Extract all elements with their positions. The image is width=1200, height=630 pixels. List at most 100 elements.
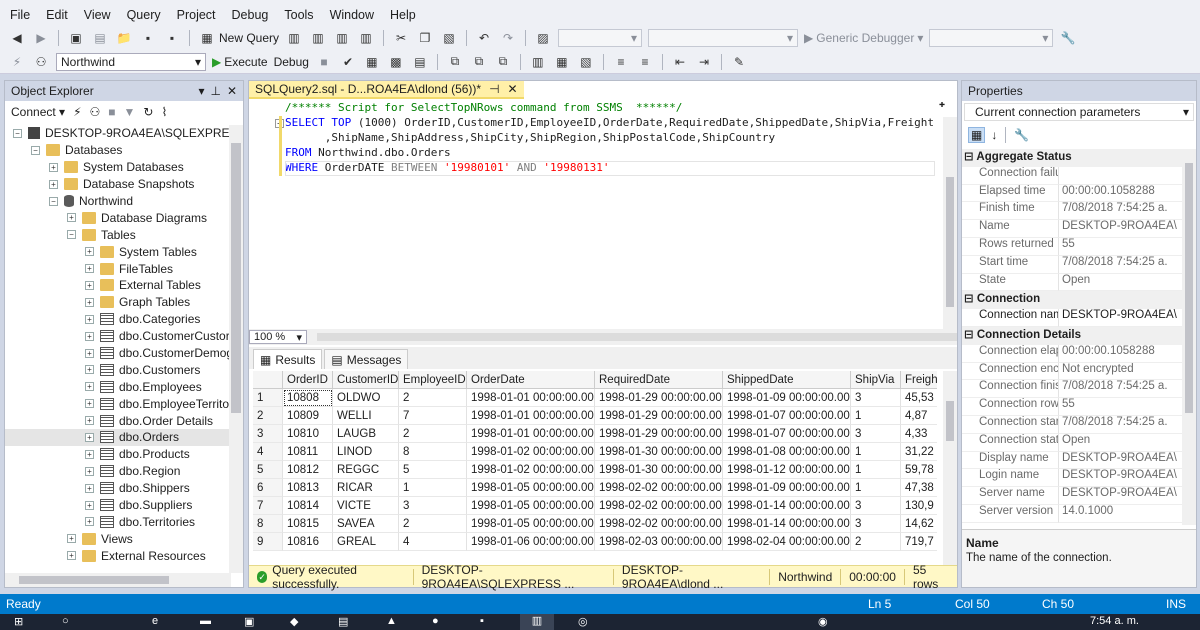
scrollbar-thumb[interactable] [19, 576, 169, 584]
new-query-button[interactable]: ▦ New Query [198, 29, 279, 47]
undo-icon[interactable]: ↶ [475, 29, 493, 47]
categorized-icon[interactable]: ▦ [968, 127, 986, 143]
grid-cell[interactable]: 3 [399, 497, 467, 515]
editor-vertical-scrollbar[interactable] [943, 117, 957, 337]
tree-node[interactable]: + System Databases [5, 159, 231, 176]
table-row[interactable]: 5 10812 REGGC 5 1998-01-02 00:00:00.000 1998-… [253, 461, 937, 479]
column-header[interactable]: Freigh [901, 371, 937, 389]
grid-cell[interactable]: 1998-01-02 00:00:00.000 [467, 443, 595, 461]
solution-config-select[interactable]: ▾ [558, 29, 643, 47]
property-row[interactable]: Connection encrypNot encrypted [962, 362, 1182, 381]
expand-icon[interactable]: + [85, 517, 94, 527]
grid-cell[interactable]: 10809 [283, 407, 333, 425]
tree-vertical-scrollbar[interactable] [229, 125, 243, 573]
app-icon[interactable]: ◎ [578, 615, 588, 628]
column-header[interactable]: OrderID [283, 371, 333, 389]
expand-icon[interactable]: + [85, 331, 94, 341]
pin-icon[interactable]: ⊥ [210, 84, 220, 98]
expand-icon[interactable]: + [85, 416, 94, 426]
grid-cell[interactable]: LAUGB [333, 425, 399, 443]
client-stats-icon[interactable]: ⧉ [494, 53, 512, 71]
expand-icon[interactable]: + [85, 247, 94, 257]
mdx-query-icon[interactable]: ▥ [285, 29, 303, 47]
grid-cell[interactable]: 1998-01-01 00:00:00.000 [467, 407, 595, 425]
property-row[interactable]: Server version 14.0.1000 [962, 505, 1182, 523]
grid-cell[interactable]: 1998-01-06 00:00:00.000 [467, 533, 595, 551]
table-row[interactable]: 6 10813 RICAR 1 1998-01-05 00:00:00.000 1998-… [253, 479, 937, 497]
wrench-icon[interactable]: 🔧 [1059, 29, 1077, 47]
app-icon[interactable]: ▪ [480, 615, 484, 627]
grid-cell[interactable]: 1998-01-01 00:00:00.000 [467, 389, 595, 407]
expand-icon[interactable]: + [85, 432, 94, 442]
grid-cell[interactable]: 5 [399, 461, 467, 479]
live-stats-icon[interactable]: ⧉ [470, 53, 488, 71]
redo-icon[interactable]: ↷ [499, 29, 517, 47]
property-pages-icon[interactable]: 🔧 [1014, 128, 1029, 142]
app-icon[interactable]: ▤ [338, 615, 348, 628]
menu-help[interactable]: Help [384, 8, 426, 22]
grid-cell[interactable]: 10812 [283, 461, 333, 479]
tree-node[interactable]: + FileTables [5, 260, 231, 277]
expand-icon[interactable]: + [67, 551, 76, 561]
tree-node[interactable]: + System Tables [5, 243, 231, 260]
menu-view[interactable]: View [78, 8, 121, 22]
expand-icon[interactable]: + [85, 399, 94, 409]
tree-node[interactable]: + dbo.Order Details [5, 412, 231, 429]
grid-cell[interactable]: 1998-01-05 00:00:00.000 [467, 497, 595, 515]
expand-icon[interactable]: + [85, 483, 94, 493]
property-row[interactable]: Rows returned 55 [962, 238, 1182, 256]
tree-node[interactable]: + Database Diagrams [5, 209, 231, 226]
scrollbar-thumb[interactable] [946, 177, 954, 307]
comment-icon[interactable]: ≡ [612, 53, 630, 71]
tree-node[interactable]: + Views [5, 530, 231, 547]
property-row[interactable]: Finish time 7/08/2018 7:54:25 a. [962, 202, 1182, 221]
menu-debug[interactable]: Debug [226, 8, 279, 22]
grid-cell[interactable]: 1998-02-03 00:00:00.000 [595, 533, 723, 551]
filter-icon[interactable]: ▼ [124, 105, 136, 119]
expand-icon[interactable]: + [49, 179, 58, 189]
collapse-icon[interactable]: − [13, 128, 22, 138]
grid-cell[interactable]: 1998-01-12 00:00:00.000 [723, 461, 851, 479]
row-number[interactable]: 8 [253, 515, 283, 533]
expand-icon[interactable]: + [85, 297, 94, 307]
grid-cell[interactable]: 1998-01-14 00:00:00.000 [723, 497, 851, 515]
properties-object-select[interactable]: Current connection parameters ▾ [964, 103, 1194, 121]
refresh-icon[interactable]: ↻ [143, 105, 153, 119]
grid-cell[interactable]: 1998-02-02 00:00:00.000 [595, 515, 723, 533]
grid-cell[interactable]: 130,9 [901, 497, 937, 515]
collapse-icon[interactable]: ⊟ [964, 151, 976, 163]
grid-cell[interactable]: 47,38 [901, 479, 937, 497]
tree-node[interactable]: + dbo.CustomerDemog [5, 345, 231, 362]
tree-node[interactable]: − DESKTOP-9ROA4EA\SQLEXPRESS (S [5, 125, 231, 142]
table-row[interactable]: 4 10811 LINOD 8 1998-01-02 00:00:00.000 1998-… [253, 443, 937, 461]
grid-cell[interactable]: 3 [851, 425, 901, 443]
uncomment-icon[interactable]: ≡ [636, 53, 654, 71]
tree-node[interactable]: + dbo.Categories [5, 311, 231, 328]
row-number[interactable]: 5 [253, 461, 283, 479]
disconnect-icon[interactable]: ⚇ [90, 105, 101, 119]
new-project-icon[interactable]: ▣ [67, 29, 85, 47]
row-number[interactable]: 1 [253, 389, 283, 407]
property-category[interactable]: ⊟ Connection [962, 291, 1182, 310]
execute-button[interactable]: ▶ Execute [212, 55, 268, 69]
tree-node[interactable]: + dbo.Suppliers [5, 497, 231, 514]
expand-icon[interactable]: + [85, 280, 94, 290]
table-row[interactable]: 7 10814 VICTE 3 1998-01-05 00:00:00.000 1998-… [253, 497, 937, 515]
change-connection-icon[interactable]: ⚇ [32, 53, 50, 71]
expand-icon[interactable]: + [85, 500, 94, 510]
collapse-icon[interactable]: − [49, 196, 58, 206]
connect-icon[interactable]: ⚡ [8, 53, 26, 71]
property-row[interactable]: Elapsed time 00:00:00.1058288 [962, 184, 1182, 203]
alphabetical-icon[interactable]: ↓ [991, 128, 997, 142]
results-to-grid-icon[interactable]: ▦ [553, 53, 571, 71]
save-all-icon[interactable]: ▪ [163, 29, 181, 47]
close-icon[interactable]: ✕ [227, 84, 237, 98]
grid-cell[interactable]: REGGC [333, 461, 399, 479]
save-icon[interactable]: ▪ [139, 29, 157, 47]
grid-cell[interactable]: 4,33 [901, 425, 937, 443]
grid-cell[interactable]: 45,53 [901, 389, 937, 407]
results-icon[interactable]: ▦ [363, 53, 381, 71]
expand-icon[interactable]: + [85, 382, 94, 392]
grid-cell[interactable]: 1998-01-29 00:00:00.000 [595, 389, 723, 407]
table-row[interactable]: 9 10816 GREAL 4 1998-01-06 00:00:00.000 1998-… [253, 533, 937, 551]
